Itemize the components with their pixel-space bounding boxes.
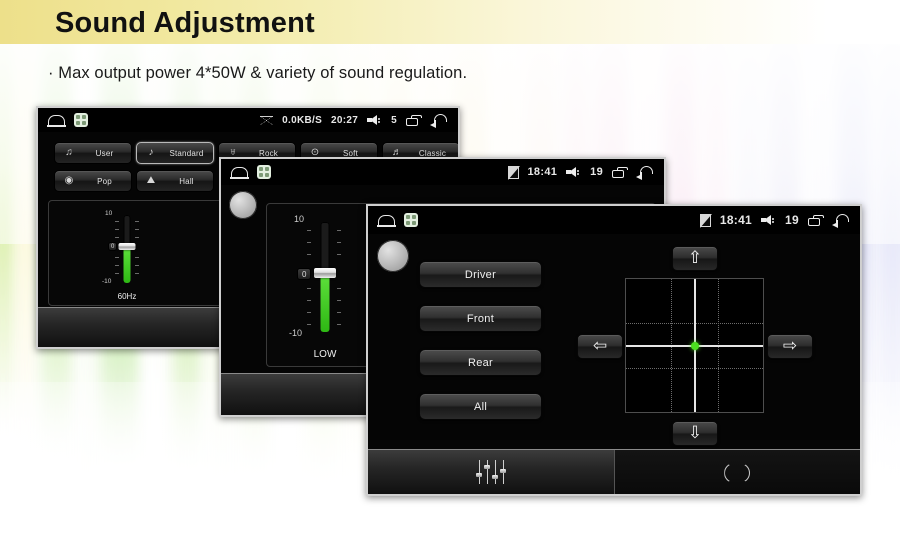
balance-fader-screen: 18:41 19 Driver Front Rear All ⇧ ⇩ ⇦ ⇨ xyxy=(366,204,862,496)
eq-min-label: -10 xyxy=(289,328,303,338)
position-button-rear[interactable]: Rear xyxy=(419,349,542,376)
fader-down-button[interactable]: ⇩ xyxy=(672,421,718,446)
balance-left-button[interactable]: ⇦ xyxy=(577,334,623,359)
balance-fader-icon xyxy=(724,463,750,481)
tab-equalizer[interactable] xyxy=(368,450,614,494)
recents-icon[interactable] xyxy=(808,214,824,226)
status-bar: 0.0KB/S 20:27 5 xyxy=(38,108,458,132)
recents-icon[interactable] xyxy=(406,114,422,126)
balance-fader-pad[interactable] xyxy=(625,278,764,413)
arrow-left-icon: ⇦ xyxy=(592,336,608,356)
volume-icon[interactable] xyxy=(566,166,581,178)
back-icon[interactable] xyxy=(832,214,850,228)
eq-slider-60hz[interactable]: 10 -10 0 60Hz xyxy=(97,210,157,301)
eq-max-label: 10 xyxy=(294,214,305,224)
status-bar: 18:41 19 xyxy=(368,206,860,234)
position-button-all[interactable]: All xyxy=(419,393,542,420)
eq-value-badge: 0 xyxy=(108,242,118,251)
preset-button-standard[interactable]: ♪ Standard xyxy=(136,142,214,164)
apps-grid-icon[interactable] xyxy=(404,213,418,227)
volume-knob[interactable] xyxy=(229,191,257,219)
status-bar: 18:41 19 xyxy=(221,159,664,185)
fader-up-button[interactable]: ⇧ xyxy=(672,246,718,271)
header-banner: Sound Adjustment xyxy=(0,0,900,44)
position-button-label: Driver xyxy=(464,268,497,281)
back-icon[interactable] xyxy=(636,166,654,180)
volume-knob[interactable] xyxy=(377,240,409,272)
volume-icon[interactable] xyxy=(367,114,382,126)
preset-label: Standard xyxy=(169,148,204,158)
back-icon[interactable] xyxy=(430,114,448,128)
balance-right-button[interactable]: ⇨ xyxy=(767,334,813,359)
apps-grid-icon[interactable] xyxy=(74,113,88,127)
home-icon[interactable] xyxy=(230,167,249,179)
eq-max-label: 10 xyxy=(105,210,113,217)
hall-icon: ⛰ xyxy=(146,175,156,186)
page-title: Sound Adjustment xyxy=(55,7,315,39)
headphones-icon: ♫ xyxy=(65,147,73,158)
clock-label: 18:41 xyxy=(719,213,753,227)
tab-balance[interactable] xyxy=(613,450,860,494)
preset-label: Pop xyxy=(97,176,112,186)
volume-level-label: 5 xyxy=(391,114,397,126)
subtitle-text: · Max output power 4*50W & variety of so… xyxy=(48,64,468,82)
eq-band-label: LOW xyxy=(313,349,337,360)
no-sim-icon xyxy=(507,165,520,180)
clock-label: 18:41 xyxy=(527,166,558,178)
volume-level-label: 19 xyxy=(785,213,799,227)
network-speed-label: 0.0KB/S xyxy=(282,114,323,126)
position-button-front[interactable]: Front xyxy=(419,305,542,332)
bottom-tab-bar xyxy=(368,449,860,494)
preset-label: Hall xyxy=(179,176,194,186)
eq-slider-low[interactable]: 10 -10 0 LOW xyxy=(285,214,365,360)
arrow-down-icon: ⇩ xyxy=(687,423,703,443)
preset-button-user[interactable]: ♫ User xyxy=(54,142,132,164)
preset-label: User xyxy=(95,148,114,158)
volume-level-label: 19 xyxy=(590,166,603,178)
clock-label: 20:27 xyxy=(331,114,359,126)
eq-band-label: 60Hz xyxy=(117,292,137,301)
position-button-driver[interactable]: Driver xyxy=(419,261,542,288)
home-icon[interactable] xyxy=(377,215,396,227)
wifi-icon xyxy=(260,115,274,125)
equalizer-sliders-icon xyxy=(475,460,506,484)
eq-value-badge: 0 xyxy=(297,268,312,280)
page-root: Sound Adjustment · Max output power 4*50… xyxy=(0,0,900,552)
preset-button-pop[interactable]: ◉ Pop xyxy=(54,170,132,192)
apps-grid-icon[interactable] xyxy=(257,165,271,179)
position-button-label: Rear xyxy=(467,356,494,369)
preset-button-hall[interactable]: ⛰ Hall xyxy=(136,170,214,192)
no-sim-icon xyxy=(699,213,712,228)
music-note-icon: ♪ xyxy=(148,147,154,158)
eq-min-label: -10 xyxy=(102,278,112,285)
position-button-label: Front xyxy=(466,312,495,325)
home-icon[interactable] xyxy=(47,115,66,127)
speaker-icon: ◉ xyxy=(64,175,74,186)
arrow-up-icon: ⇧ xyxy=(687,248,703,268)
balance-center-point[interactable] xyxy=(690,341,699,350)
position-button-label: All xyxy=(473,400,488,413)
recents-icon[interactable] xyxy=(612,166,628,178)
volume-icon[interactable] xyxy=(761,214,776,226)
arrow-right-icon: ⇨ xyxy=(782,336,798,356)
